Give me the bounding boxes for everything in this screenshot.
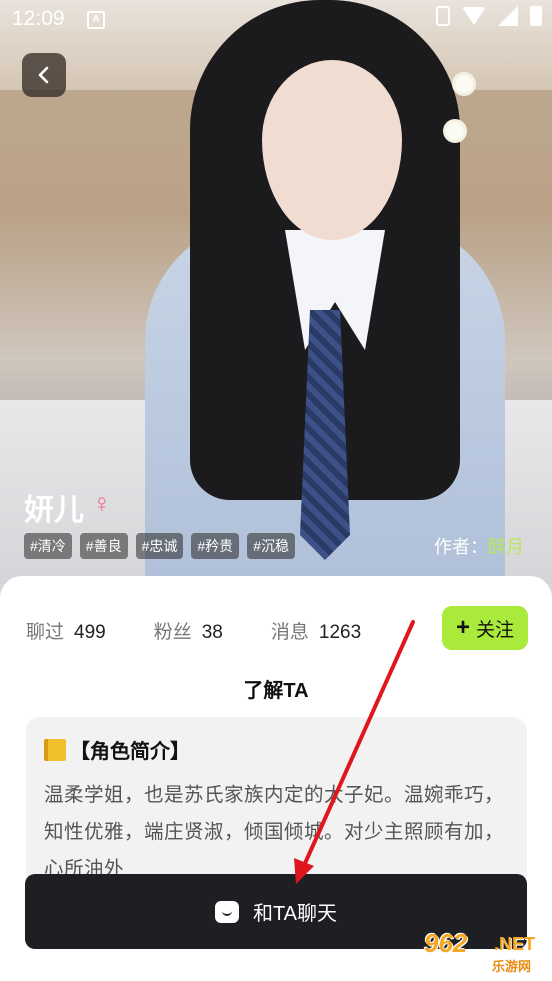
hair-flower	[446, 122, 464, 140]
plus-icon: +	[455, 614, 470, 641]
chat-button-label: 和TA聊天	[252, 903, 338, 925]
signal-icon	[498, 6, 518, 26]
character-name: 妍儿	[24, 494, 84, 527]
hair-flower	[455, 75, 473, 93]
tag-list: #清冷 #善良 #忠诚 #矜贵 #沉稳	[24, 533, 295, 559]
watermark-number: 962	[424, 928, 468, 958]
watermark-suffix: .NET	[494, 934, 536, 954]
tag-item[interactable]: #沉稳	[247, 533, 295, 559]
notification-icon: A	[87, 11, 105, 29]
watermark-logo: 962 .NET 乐游网	[414, 928, 546, 974]
back-button[interactable]	[22, 53, 66, 97]
stat-chatted: 聊过 499	[26, 617, 106, 644]
stat-value: 1263	[318, 622, 362, 643]
notebook-icon	[44, 738, 66, 761]
tag-item[interactable]: #清冷	[24, 533, 72, 559]
stat-label: 聊过	[26, 622, 65, 643]
tag-item[interactable]: #善良	[79, 533, 128, 559]
status-icons	[436, 6, 542, 26]
chat-icon	[214, 900, 239, 923]
status-bar: 12:09 A	[0, 0, 552, 36]
chevron-left-icon	[38, 66, 49, 84]
section-title: 了解TA	[243, 680, 309, 702]
stat-value: 499	[74, 622, 106, 643]
intro-card: 【角色简介】 温柔学姐，也是苏氏家族内定的太子妃。温婉乖巧，知性优雅，端庄贤淑，…	[26, 717, 527, 887]
battery-icon	[530, 6, 542, 26]
author-name[interactable]: 醉月	[488, 537, 524, 557]
stat-messages: 消息 1263	[271, 617, 361, 644]
intro-heading: 【角色简介】	[44, 735, 190, 764]
vibrate-icon	[436, 6, 450, 26]
female-gender-icon: ♀	[92, 488, 112, 518]
intro-text: 温柔学姐，也是苏氏家族内定的太子妃。温婉乖巧，知性优雅，端庄贤淑，倾国倾城。对少…	[44, 784, 505, 880]
author-info: 作者：醉月	[434, 533, 524, 559]
stat-label: 粉丝	[153, 622, 192, 643]
follow-button[interactable]: + 关注	[442, 606, 528, 650]
stat-fans: 粉丝 38	[154, 617, 223, 644]
intro-heading-text: 【角色简介】	[70, 741, 190, 763]
stat-value: 38	[201, 622, 223, 643]
author-label: 作者：	[434, 537, 488, 557]
status-time: 12:09	[12, 7, 65, 30]
wifi-icon	[462, 7, 486, 25]
tag-item[interactable]: #忠诚	[135, 533, 184, 559]
stats-row: 聊过 499 粉丝 38 消息 1263	[26, 617, 409, 644]
watermark-sub: 乐游网	[492, 959, 532, 974]
stat-label: 消息	[270, 622, 309, 643]
follow-label: 关注	[476, 619, 515, 641]
tag-item[interactable]: #矜贵	[191, 533, 240, 559]
